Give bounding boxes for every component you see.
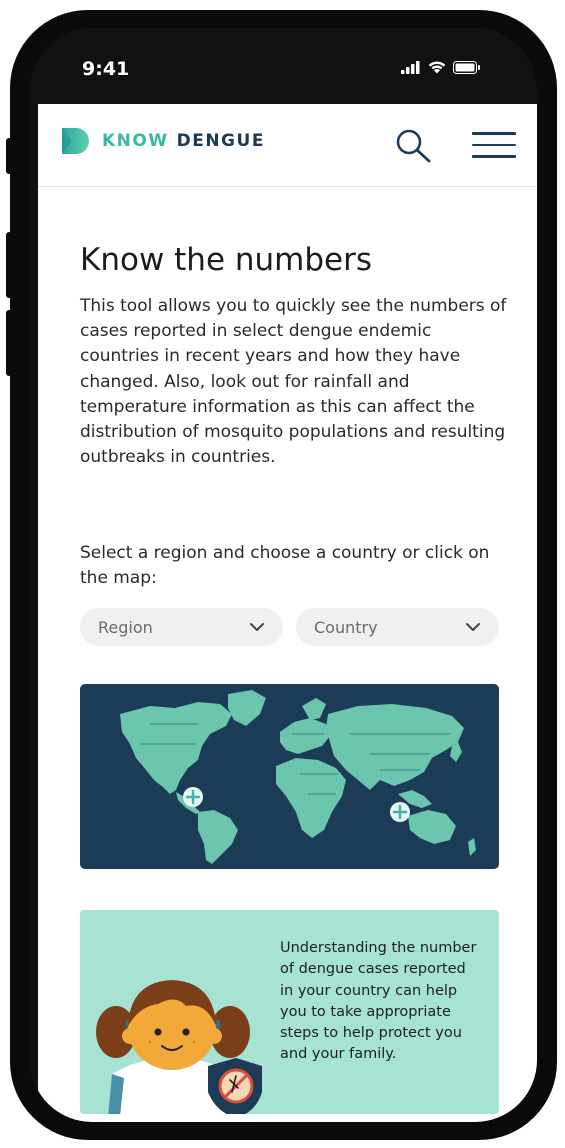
map-asia bbox=[326, 704, 464, 790]
volume-down-button bbox=[6, 310, 12, 376]
status-bar: 9:41 bbox=[30, 28, 537, 104]
search-button[interactable] bbox=[394, 128, 434, 164]
world-map[interactable] bbox=[80, 684, 499, 869]
mute-switch bbox=[6, 138, 12, 174]
chevron-down-icon bbox=[250, 623, 264, 631]
battery-icon bbox=[453, 60, 480, 74]
intro-paragraph: This tool allows you to quickly see the … bbox=[80, 296, 507, 468]
cellular-signal-icon bbox=[401, 60, 420, 74]
select-prompt: Select a region and choose a country or … bbox=[80, 543, 490, 588]
know-dengue-logo[interactable]: KNOW DENGUE bbox=[60, 126, 265, 156]
map-south-america bbox=[198, 810, 238, 864]
search-icon bbox=[396, 129, 431, 163]
girl-with-mosquito-shield-illustration bbox=[96, 980, 262, 1114]
chevron-down-icon bbox=[466, 623, 480, 631]
map-greenland bbox=[228, 690, 266, 726]
status-time: 9:41 bbox=[82, 58, 130, 80]
logo-mark-icon bbox=[62, 128, 89, 154]
logo-dengue-text: DENGUE bbox=[176, 131, 265, 151]
info-card: Understanding the number of dengue cases… bbox=[80, 910, 499, 1114]
map-europe bbox=[280, 718, 330, 754]
map-new-zealand bbox=[468, 838, 476, 856]
hamburger-menu-icon bbox=[472, 132, 516, 135]
site-header: KNOW DENGUE bbox=[38, 104, 537, 187]
app-screen: KNOW DENGUE Know the numbers This tool a… bbox=[38, 104, 537, 1122]
map-africa bbox=[276, 758, 346, 838]
map-marker-americas[interactable] bbox=[183, 787, 203, 807]
menu-button[interactable] bbox=[472, 132, 516, 160]
logo-know-text: KNOW bbox=[102, 131, 169, 151]
phone-frame: 9:41 KNOW DENGUE Know the numbers This t… bbox=[6, 10, 557, 1140]
map-north-america bbox=[120, 702, 232, 794]
map-australia bbox=[408, 810, 456, 844]
country-dropdown[interactable]: Country bbox=[296, 608, 499, 646]
page-title: Know the numbers bbox=[80, 242, 373, 278]
map-marker-asia-pacific[interactable] bbox=[390, 802, 410, 822]
region-dropdown-value: Region bbox=[98, 617, 153, 637]
region-dropdown[interactable]: Region bbox=[80, 608, 283, 646]
world-map-graphic bbox=[120, 690, 476, 864]
country-dropdown-value: Country bbox=[314, 617, 378, 637]
status-icons bbox=[401, 60, 481, 74]
wifi-icon bbox=[428, 61, 446, 74]
info-card-text: Understanding the number of dengue cases… bbox=[280, 940, 477, 1063]
volume-up-button bbox=[6, 232, 12, 298]
phone-screen-area: 9:41 KNOW DENGUE Know the numbers This t… bbox=[30, 28, 537, 1122]
map-scandinavia bbox=[302, 698, 326, 720]
